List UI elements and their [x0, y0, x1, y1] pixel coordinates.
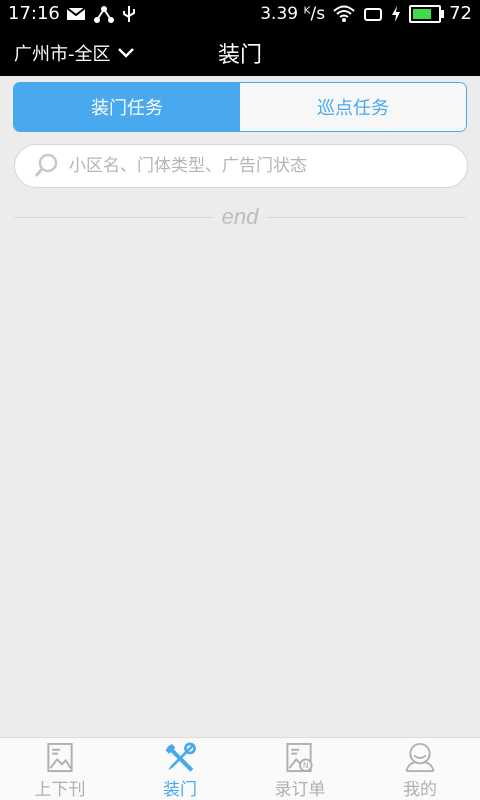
status-right: 3.39 ᴷ/s 72	[260, 3, 472, 24]
usb-icon	[123, 6, 135, 22]
battery-level: 72	[449, 3, 472, 24]
status-left-icons	[66, 4, 136, 24]
bottom-nav: 上下刊 装门 N 录订单 我的	[0, 737, 480, 800]
nav-label-publish: 上下刊	[34, 780, 86, 800]
status-time: 17:16	[8, 3, 60, 24]
charging-icon	[392, 5, 401, 22]
mail-icon	[66, 7, 86, 20]
image-doc-icon	[47, 742, 73, 773]
nav-item-publish[interactable]: 上下刊	[0, 738, 120, 800]
divider-right	[266, 216, 466, 218]
nav-label-order: 录订单	[274, 780, 326, 800]
nav-label-install: 装门	[163, 780, 197, 800]
nav-label-profile: 我的	[403, 780, 437, 800]
app-bar: 广州市-全区 装门	[0, 28, 480, 76]
tab-install-tasks[interactable]: 装门任务	[14, 83, 240, 131]
tab-patrol-tasks[interactable]: 巡点任务	[240, 83, 466, 131]
nav-item-install[interactable]: 装门	[120, 738, 240, 800]
nav-item-profile[interactable]: 我的	[360, 738, 480, 800]
svg-text:N: N	[303, 761, 309, 770]
search-bar[interactable]	[14, 144, 468, 188]
usb-share-icon	[94, 6, 114, 23]
nav-item-order[interactable]: N 录订单	[240, 738, 360, 800]
wifi-icon	[333, 5, 355, 22]
battery-icon	[409, 4, 445, 23]
status-bar: 17:16 3.39 ᴷ/s 72	[0, 0, 480, 28]
order-doc-icon: N	[286, 742, 313, 773]
profile-icon	[405, 742, 435, 773]
rotation-icon	[364, 7, 383, 21]
list-end-marker: end	[14, 202, 466, 232]
task-tabs: 装门任务 巡点任务	[13, 82, 467, 132]
tools-icon	[165, 742, 196, 772]
page-title: 装门	[217, 43, 262, 68]
network-speed: 3.39 ᴷ/s	[260, 3, 326, 24]
list-end-text: end	[221, 204, 259, 229]
search-input[interactable]	[67, 155, 451, 177]
search-icon	[34, 153, 58, 177]
divider-left	[14, 216, 214, 218]
